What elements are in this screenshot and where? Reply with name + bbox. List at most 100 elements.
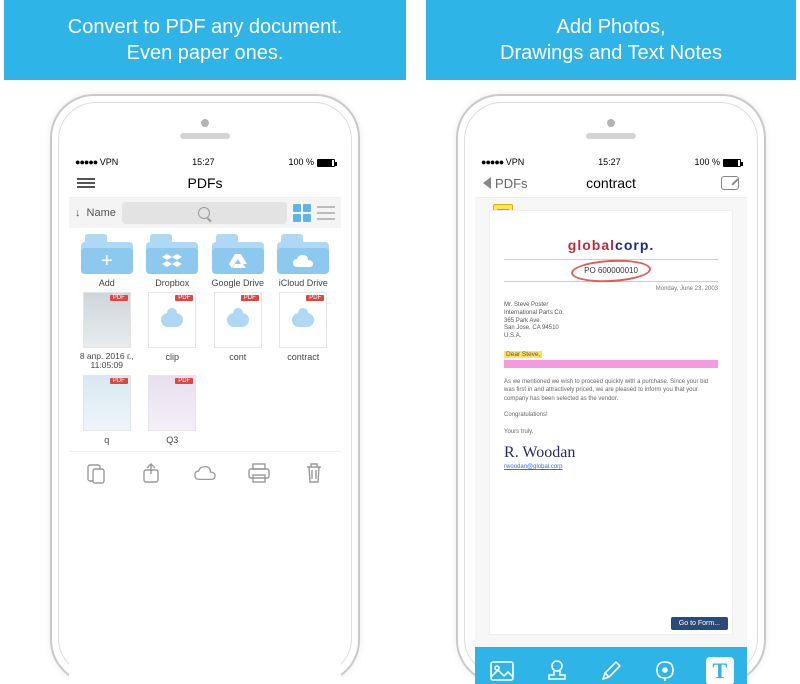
battery-icon — [317, 159, 335, 167]
phone-mockup-right: ●●●●● VPN 15:27 100 % PDFs contract — [426, 80, 796, 684]
battery-percent: 100 % — [695, 157, 721, 167]
phone-speaker — [180, 133, 230, 139]
right-panel: Add Photos, Drawings and Text Notes ●●●●… — [426, 0, 796, 684]
pdf-list-screen: ●●●●● VPN 15:27 100 % PDFs ↓ — [69, 155, 341, 684]
signature: R. Woodan — [504, 444, 718, 462]
cloud-button[interactable] — [194, 462, 216, 484]
pdf-badge: PDF — [175, 295, 193, 301]
status-bar: ●●●●● VPN 15:27 100 % — [69, 155, 341, 169]
search-icon — [198, 207, 210, 219]
battery-percent: 100 % — [289, 157, 315, 167]
folder-grid: + Add Dropbox — [69, 228, 341, 451]
file-item[interactable]: PDF contract — [272, 292, 336, 371]
folder-label: Google Drive — [206, 278, 270, 288]
search-input[interactable] — [122, 202, 287, 224]
sort-search-row: ↓ Name — [69, 198, 341, 228]
battery-icon — [723, 159, 741, 167]
file-item[interactable]: PDF cont — [206, 292, 270, 371]
red-circle-annotation — [571, 257, 652, 283]
document-page: globalcorp. PO 600000010 Monday, June 23… — [489, 210, 733, 635]
congrats-line: Congratulations! — [504, 411, 718, 419]
page-title: contract — [543, 175, 679, 191]
file-label: contract — [272, 352, 336, 362]
folder-icloud[interactable]: iCloud Drive — [272, 234, 336, 288]
carrier-label: VPN — [100, 157, 119, 167]
text-icon: T — [712, 658, 727, 684]
sort-field-label[interactable]: Name — [87, 207, 116, 219]
bottom-toolbar — [69, 451, 341, 490]
file-label: Q3 — [141, 435, 205, 445]
banner-line2: Drawings and Text Notes — [434, 40, 788, 66]
chevron-left-icon — [483, 177, 491, 189]
status-bar: ●●●●● VPN 15:27 100 % — [475, 155, 747, 169]
signal-icon: ●●●●● — [481, 157, 503, 167]
left-banner: Convert to PDF any document. Even paper … — [4, 0, 406, 80]
dropbox-icon — [162, 254, 182, 268]
status-time: 15:27 — [598, 157, 621, 167]
list-view-icon[interactable] — [317, 206, 335, 220]
pink-highlight — [504, 360, 718, 368]
pdf-badge: PDF — [110, 295, 128, 301]
file-item[interactable]: PDF clip — [141, 292, 205, 371]
document-date: Monday, June 23, 2003 — [504, 286, 718, 292]
body-paragraph: As we mentioned we wish to proceed quick… — [504, 378, 718, 403]
paste-button[interactable] — [85, 462, 107, 484]
menu-icon[interactable] — [77, 176, 95, 190]
phone-mockup-left: ●●●●● VPN 15:27 100 % PDFs ↓ — [4, 80, 406, 684]
pdf-badge: PDF — [110, 378, 128, 384]
folder-add[interactable]: + Add — [75, 234, 139, 288]
banner-line2: Even paper ones. — [12, 40, 398, 66]
file-label: q — [75, 435, 139, 445]
signature-email: rwoodan@global.corp — [504, 464, 718, 470]
file-item[interactable]: PDF 8 апр. 2016 г., 11:05:09 — [75, 292, 139, 371]
folder-dropbox[interactable]: Dropbox — [141, 234, 205, 288]
text-tool[interactable]: T — [706, 657, 734, 684]
shape-tool[interactable] — [651, 657, 679, 684]
address-block: Mr. Steve Poster International Parts Co.… — [504, 302, 718, 341]
google-drive-icon — [229, 254, 247, 268]
file-item[interactable]: PDF q — [75, 375, 139, 445]
banner-line1: Convert to PDF any document. — [12, 14, 398, 40]
document-viewer[interactable]: globalcorp. PO 600000010 Monday, June 23… — [475, 198, 747, 647]
banner-line1: Add Photos, — [434, 14, 788, 40]
yellow-highlight: Dear Steve, — [504, 351, 542, 358]
folder-label: Add — [75, 278, 139, 288]
cloud-icon — [161, 313, 183, 327]
cloud-icon — [227, 313, 249, 327]
sort-direction-icon[interactable]: ↓ — [75, 207, 81, 219]
phone-camera — [607, 119, 615, 127]
nav-bar: PDFs — [69, 169, 341, 198]
compose-icon[interactable] — [721, 176, 739, 190]
right-banner: Add Photos, Drawings and Text Notes — [426, 0, 796, 80]
photo-tool[interactable] — [488, 657, 516, 684]
print-button[interactable] — [248, 462, 270, 484]
trash-button[interactable] — [303, 462, 325, 484]
document-screen: ●●●●● VPN 15:27 100 % PDFs contract — [475, 155, 747, 684]
file-label: 8 апр. 2016 г., 11:05:09 — [75, 352, 139, 371]
left-panel: Convert to PDF any document. Even paper … — [4, 0, 406, 684]
file-label: clip — [141, 352, 205, 362]
carrier-label: VPN — [506, 157, 525, 167]
folder-label: Dropbox — [141, 278, 205, 288]
phone-camera — [201, 119, 209, 127]
phone-speaker — [586, 133, 636, 139]
back-button[interactable]: PDFs — [483, 176, 543, 191]
page-title: PDFs — [137, 175, 273, 191]
pdf-badge: PDF — [241, 295, 259, 301]
pdf-badge: PDF — [175, 378, 193, 384]
folder-label: iCloud Drive — [272, 278, 336, 288]
pencil-tool[interactable] — [597, 657, 625, 684]
signal-icon: ●●●●● — [75, 157, 97, 167]
status-time: 15:27 — [192, 157, 215, 167]
closing-line: Yours truly, — [504, 428, 718, 436]
pdf-badge: PDF — [306, 295, 324, 301]
file-item[interactable]: PDF Q3 — [141, 375, 205, 445]
folder-google-drive[interactable]: Google Drive — [206, 234, 270, 288]
stamp-tool[interactable] — [543, 657, 571, 684]
annotation-toolbar: T — [475, 647, 747, 684]
grid-view-icon[interactable] — [293, 204, 311, 222]
company-logo: globalcorp. — [504, 237, 718, 253]
go-to-form-button[interactable]: Go to Form... — [671, 617, 728, 630]
share-button[interactable] — [140, 462, 162, 484]
file-label: cont — [206, 352, 270, 362]
